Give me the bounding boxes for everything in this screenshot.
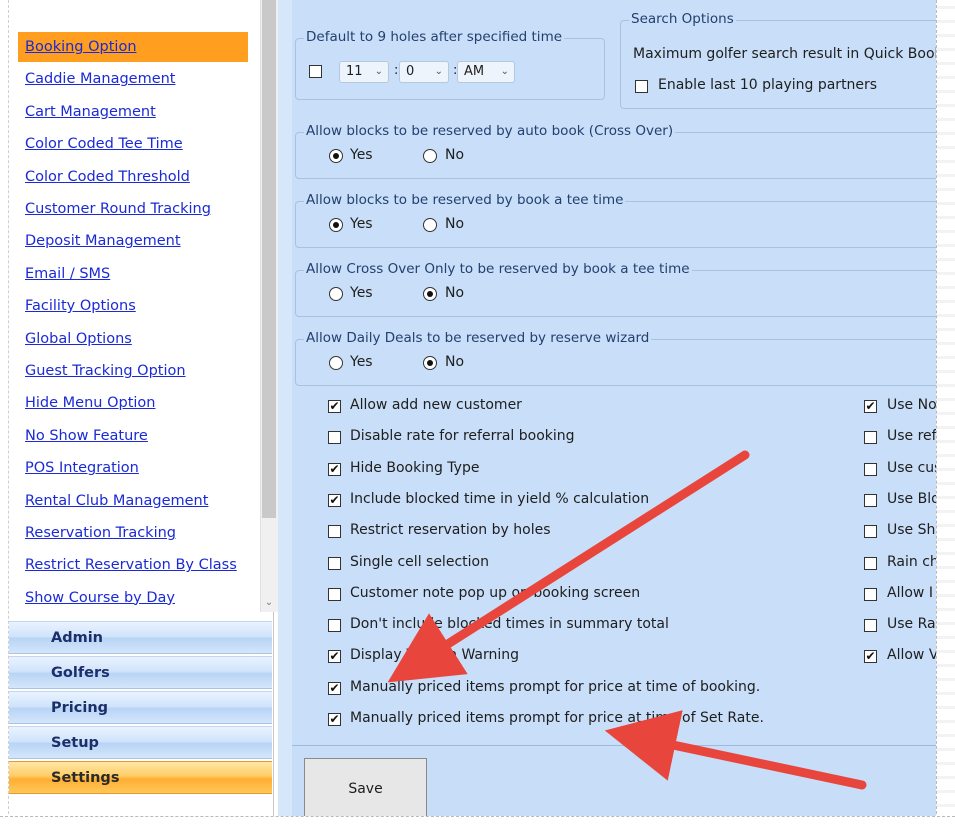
annotation-arrows bbox=[387, 450, 867, 790]
arrow-to-set-rate bbox=[604, 710, 867, 790]
screenshot: Booking Option Caddie Management Cart Mana… bbox=[0, 0, 955, 829]
arrow-to-walkin-warning bbox=[387, 450, 750, 683]
torn-edge-left bbox=[0, 0, 9, 829]
torn-edge-bottom bbox=[0, 816, 955, 829]
torn-edge-right bbox=[936, 0, 955, 829]
